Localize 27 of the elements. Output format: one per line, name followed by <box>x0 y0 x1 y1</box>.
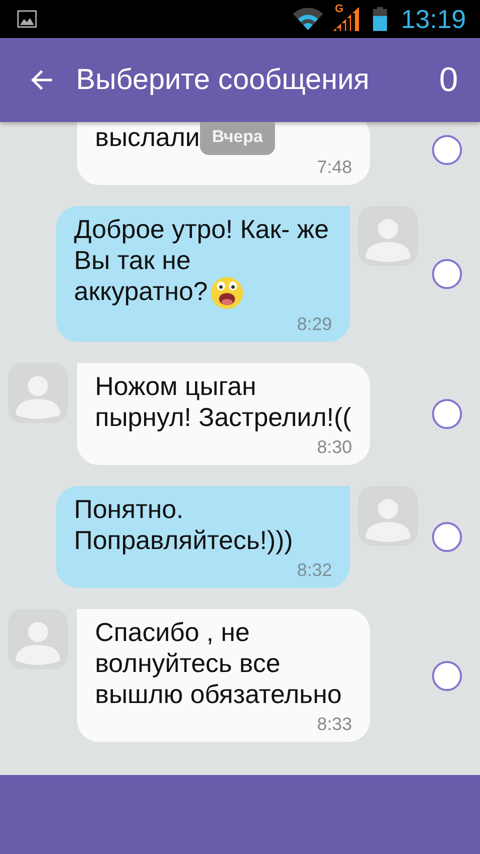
message-bubble[interactable]: Доброе утро! Как- же Вы так не аккуратно? 8:29 <box>56 206 350 342</box>
image-icon <box>17 10 37 28</box>
message-time: 8:29 <box>296 313 332 336</box>
clock-time: 13:19 <box>400 4 466 34</box>
select-radio[interactable] <box>432 522 462 552</box>
message-text: Спасибо , не волнуйтесь все вышлю обязательно <box>95 617 342 710</box>
message-time: 8:33 <box>316 713 352 736</box>
message-bubble[interactable]: Понятно. Поправляйтесь!))) 8:32 <box>56 486 350 588</box>
date-label: Вчера <box>200 122 275 155</box>
selected-count: 0 <box>439 60 458 100</box>
select-radio[interactable] <box>432 660 462 691</box>
message-time: 8:30 <box>316 436 352 460</box>
message-text: выслали <box>95 122 200 152</box>
message-text: Ножом цыган пырнул! Застрелил!(( <box>95 371 352 432</box>
message-time: 8:32 <box>296 559 332 582</box>
message-time: 7:48 <box>316 156 352 179</box>
network-type: G <box>334 3 344 15</box>
back-button[interactable] <box>30 68 54 92</box>
screen-title: Выберите сообщения <box>76 64 370 96</box>
message-bubble[interactable]: Спасибо , не волнуйтесь все вышлю обязательно 8:33 <box>77 609 370 742</box>
message-bubble[interactable]: Ножом цыган пырнул! Застрелил!(( 8:30 <box>77 363 370 466</box>
select-radio[interactable] <box>432 399 462 430</box>
message-text: Понятно. Поправляйтесь!))) <box>74 494 293 556</box>
battery-icon <box>372 7 387 31</box>
select-radio[interactable] <box>432 259 462 290</box>
wifi-icon <box>292 8 323 30</box>
select-radio[interactable] <box>432 134 462 164</box>
